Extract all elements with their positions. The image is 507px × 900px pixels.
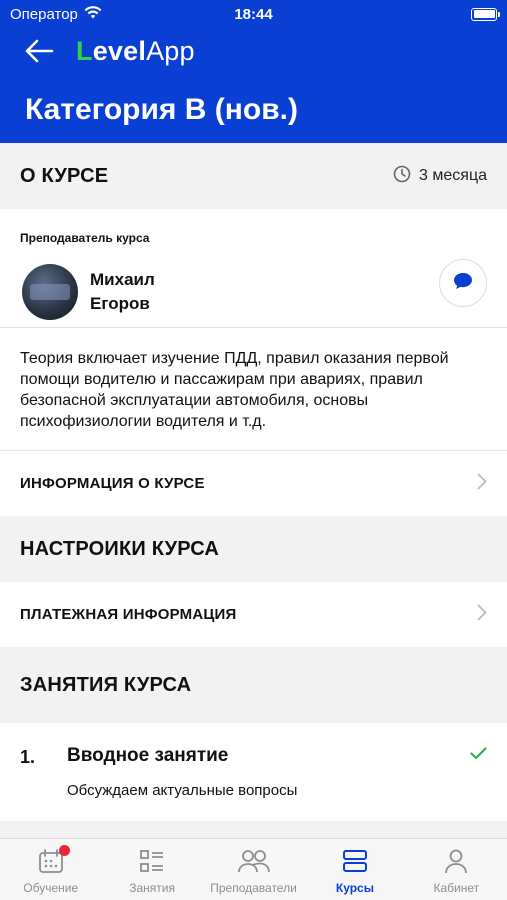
tab-label: Преподаватели bbox=[210, 881, 297, 895]
teacher-name: Михаил Егоров bbox=[90, 270, 155, 313]
tab-label: Кабинет bbox=[433, 881, 480, 895]
tab-bar: Обучение Занятия Преподаватели Курсы Каб… bbox=[0, 838, 507, 900]
teacher-row[interactable]: Михаил Егоров bbox=[0, 245, 507, 327]
tab-courses[interactable]: Курсы bbox=[304, 839, 405, 900]
tab-lessons[interactable]: Занятия bbox=[101, 839, 202, 900]
courses-icon bbox=[342, 848, 368, 877]
wifi-icon bbox=[84, 5, 102, 23]
back-arrow-icon[interactable] bbox=[24, 36, 54, 66]
chevron-right-icon bbox=[477, 473, 487, 494]
tab-label: Обучение bbox=[23, 881, 79, 895]
levelapp-logo: LevelApp bbox=[76, 35, 195, 66]
carrier-label: Оператор bbox=[10, 5, 78, 23]
course-info-label: ИНФОРМАЦИЯ О КУРСЕ bbox=[20, 475, 205, 492]
about-card: Преподаватель курса Михаил Егоров Теория… bbox=[0, 209, 507, 516]
about-heading: О КУРСЕ bbox=[20, 164, 109, 187]
about-section-header: О КУРСЕ 3 месяца bbox=[0, 143, 507, 209]
tab-learning[interactable]: Обучение bbox=[0, 839, 101, 900]
chat-button[interactable] bbox=[439, 259, 487, 307]
checkmark-icon bbox=[470, 747, 487, 765]
lesson-item[interactable]: 1. Вводное занятие Обсуждаем актуальные … bbox=[0, 723, 507, 821]
lessons-section-header: ЗАНЯТИЯ КУРСА bbox=[0, 647, 507, 723]
lessons-heading: ЗАНЯТИЯ КУРСА bbox=[20, 673, 192, 696]
list-icon bbox=[139, 848, 165, 877]
notification-dot bbox=[58, 845, 70, 856]
course-info-link[interactable]: ИНФОРМАЦИЯ О КУРСЕ bbox=[0, 451, 507, 516]
status-bar: Оператор 18:44 bbox=[0, 0, 507, 28]
tab-teachers[interactable]: Преподаватели bbox=[203, 839, 304, 900]
payment-info-label: ПЛАТЕЖНАЯ ИНФОРМАЦИЯ bbox=[20, 606, 237, 623]
lesson-number: 1. bbox=[20, 747, 36, 767]
course-duration: 3 месяца bbox=[419, 167, 487, 184]
tab-label: Занятия bbox=[129, 881, 175, 895]
clock: 18:44 bbox=[234, 5, 273, 23]
settings-section-header: НАСТРОИКИ КУРСА bbox=[0, 516, 507, 582]
payment-info-link[interactable]: ПЛАТЕЖНАЯ ИНФОРМАЦИЯ bbox=[0, 582, 507, 647]
clock-icon bbox=[393, 165, 411, 188]
course-description: Теория включает изучение ПДД, правил ока… bbox=[20, 350, 449, 430]
app-header: Оператор 18:44 LevelApp Категория В (нов… bbox=[0, 0, 507, 143]
tab-label: Курсы bbox=[335, 881, 374, 895]
chat-bubble-icon bbox=[452, 271, 474, 296]
person-icon bbox=[443, 848, 469, 877]
lesson-subtitle: Обсуждаем актуальные вопросы bbox=[67, 782, 298, 799]
people-icon bbox=[237, 848, 271, 877]
page-title: Категория В (нов.) bbox=[25, 93, 298, 126]
lesson-title: Вводное занятие bbox=[67, 745, 229, 766]
battery-icon bbox=[471, 7, 500, 21]
teacher-avatar bbox=[22, 264, 78, 320]
teacher-label: Преподаватель курса bbox=[20, 231, 150, 245]
settings-heading: НАСТРОИКИ КУРСА bbox=[20, 537, 220, 560]
chevron-right-icon bbox=[477, 604, 487, 625]
tab-cabinet[interactable]: Кабинет bbox=[406, 839, 507, 900]
